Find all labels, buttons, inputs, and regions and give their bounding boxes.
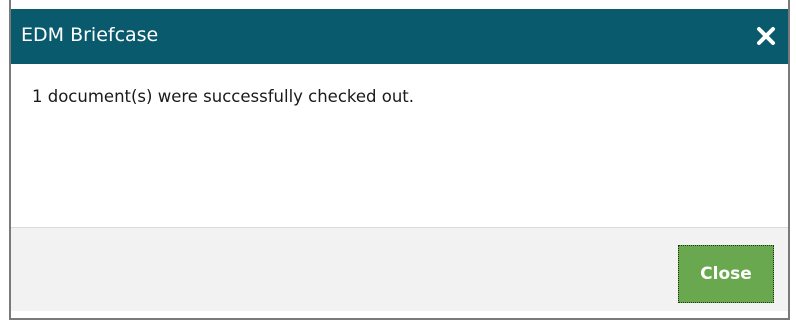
dialog-body: 1 document(s) were successfully checked …: [11, 64, 788, 227]
dialog-title: EDM Briefcase: [21, 24, 159, 46]
dialog-titlebar: EDM Briefcase: [11, 9, 788, 64]
status-message: 1 document(s) were successfully checked …: [32, 87, 415, 106]
edm-briefcase-dialog: EDM Briefcase 1 document(s) were success…: [9, 0, 790, 320]
close-icon[interactable]: [752, 22, 780, 50]
close-button[interactable]: Close: [678, 245, 774, 303]
dialog-footer: Close: [11, 227, 788, 311]
